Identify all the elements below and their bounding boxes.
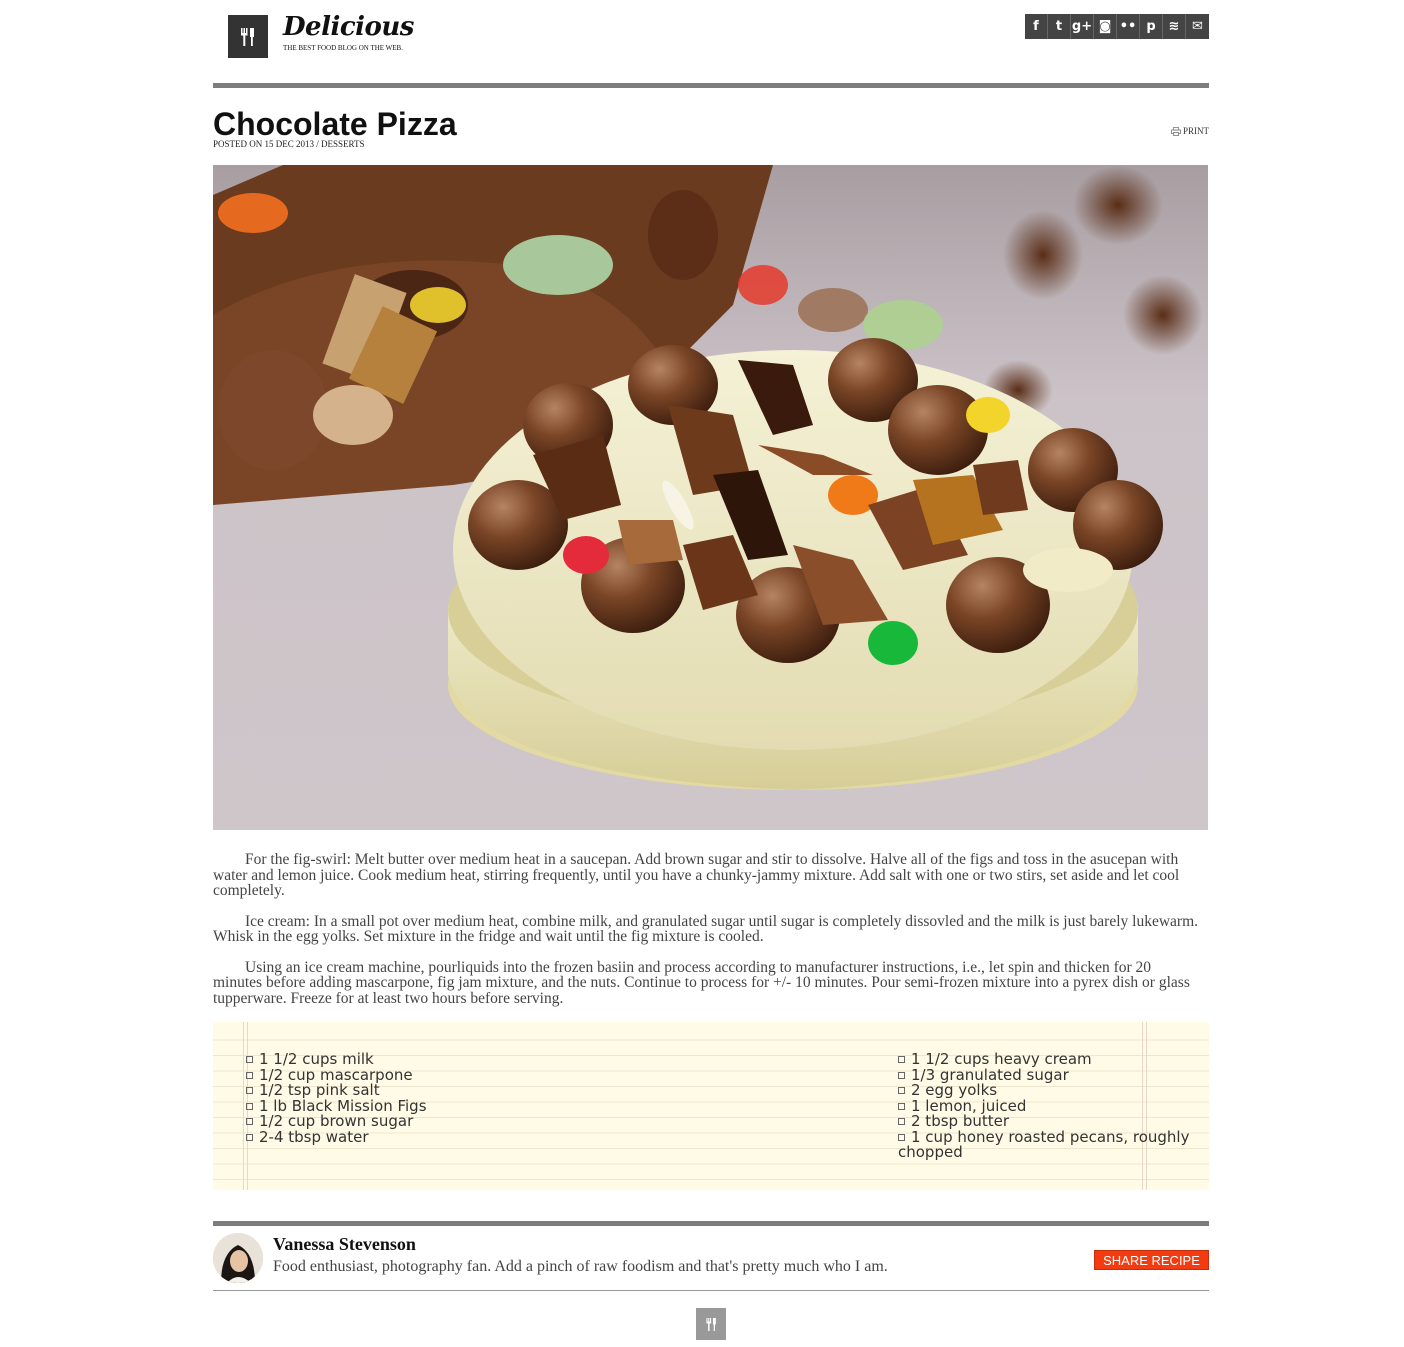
ingredient-item: 2-4 tbsp water bbox=[246, 1127, 806, 1146]
post-meta: POSTED ON 15 DEC 2013 / DESSERTS bbox=[213, 139, 365, 149]
header-divider bbox=[213, 83, 1209, 88]
page-title: Chocolate Pizza bbox=[213, 106, 457, 142]
hero-image bbox=[213, 165, 1208, 830]
checkbox-icon[interactable] bbox=[246, 1102, 253, 1110]
author-divider bbox=[213, 1221, 1209, 1226]
recipe-directions: For the fig-swirl: Melt butter over medi… bbox=[213, 852, 1198, 1021]
instagram-icon[interactable]: ◙ bbox=[1094, 14, 1117, 39]
margin-line bbox=[243, 1022, 244, 1190]
ingredient-text: 1 cup honey roasted pecans, roughly chop… bbox=[898, 1127, 1190, 1161]
checkbox-icon[interactable] bbox=[898, 1087, 905, 1094]
pinterest-icon[interactable]: p bbox=[1140, 14, 1163, 39]
footer-logo-icon[interactable] bbox=[696, 1308, 726, 1340]
checkbox-icon[interactable] bbox=[898, 1102, 905, 1110]
printer-icon bbox=[1171, 126, 1181, 136]
print-button[interactable]: PRINT bbox=[1171, 126, 1209, 136]
checkbox-icon[interactable] bbox=[898, 1056, 905, 1063]
logo-icon[interactable] bbox=[228, 15, 268, 58]
rss-icon[interactable]: ≋ bbox=[1163, 14, 1186, 39]
brand-name[interactable]: Delicious bbox=[283, 12, 414, 42]
checkbox-icon[interactable] bbox=[246, 1071, 253, 1079]
ingredients-right: 1 1/2 cups heavy cream 1/3 granulated sug… bbox=[898, 1051, 1198, 1161]
social-links: f t g+ ◙ •• p ≋ ✉ bbox=[1025, 14, 1209, 39]
share-recipe-button[interactable]: SHARE RECIPE bbox=[1094, 1250, 1209, 1270]
footer-divider bbox=[213, 1290, 1209, 1291]
chocolate-pizza-photo bbox=[213, 165, 1208, 830]
fork-knife-icon bbox=[705, 1317, 716, 1331]
googleplus-icon[interactable]: g+ bbox=[1071, 14, 1094, 39]
avatar bbox=[213, 1233, 263, 1283]
ingredient-text: 2-4 tbsp water bbox=[259, 1127, 369, 1146]
checkbox-icon[interactable] bbox=[246, 1133, 253, 1141]
checkbox-icon[interactable] bbox=[898, 1071, 905, 1079]
mail-icon[interactable]: ✉ bbox=[1186, 14, 1209, 39]
flickr-icon[interactable]: •• bbox=[1117, 14, 1140, 39]
paragraph: Using an ice cream machine, pourliquids … bbox=[213, 958, 1190, 1007]
checkbox-icon[interactable] bbox=[246, 1087, 253, 1094]
author-name[interactable]: Vanessa Stevenson bbox=[273, 1234, 416, 1255]
paragraph: Ice cream: In a small pot over medium he… bbox=[213, 912, 1199, 945]
author-photo bbox=[213, 1233, 263, 1283]
facebook-icon[interactable]: f bbox=[1025, 14, 1048, 39]
fork-knife-icon bbox=[241, 27, 254, 46]
checkbox-icon[interactable] bbox=[246, 1056, 253, 1063]
ingredient-item: 1 cup honey roasted pecans, roughly chop… bbox=[898, 1127, 1198, 1161]
paragraph: For the fig-swirl: Melt butter over medi… bbox=[213, 851, 1180, 899]
brand[interactable]: Delicious THE BEST FOOD BLOG ON THE WEB. bbox=[283, 12, 414, 52]
checkbox-icon[interactable] bbox=[898, 1118, 905, 1125]
checkbox-icon[interactable] bbox=[246, 1118, 253, 1125]
author-bio: Food enthusiast, photography fan. Add a … bbox=[273, 1258, 888, 1275]
print-label: PRINT bbox=[1182, 126, 1209, 136]
twitter-icon[interactable]: t bbox=[1048, 14, 1071, 39]
ingredients-panel: 1 1/2 cups milk 1/2 cup mascarpone 1/2 tsp… bbox=[213, 1022, 1209, 1190]
checkbox-icon[interactable] bbox=[898, 1133, 905, 1141]
brand-tagline: THE BEST FOOD BLOG ON THE WEB. bbox=[283, 44, 403, 52]
ingredients-left: 1 1/2 cups milk 1/2 cup mascarpone 1/2 tsp… bbox=[246, 1051, 806, 1146]
